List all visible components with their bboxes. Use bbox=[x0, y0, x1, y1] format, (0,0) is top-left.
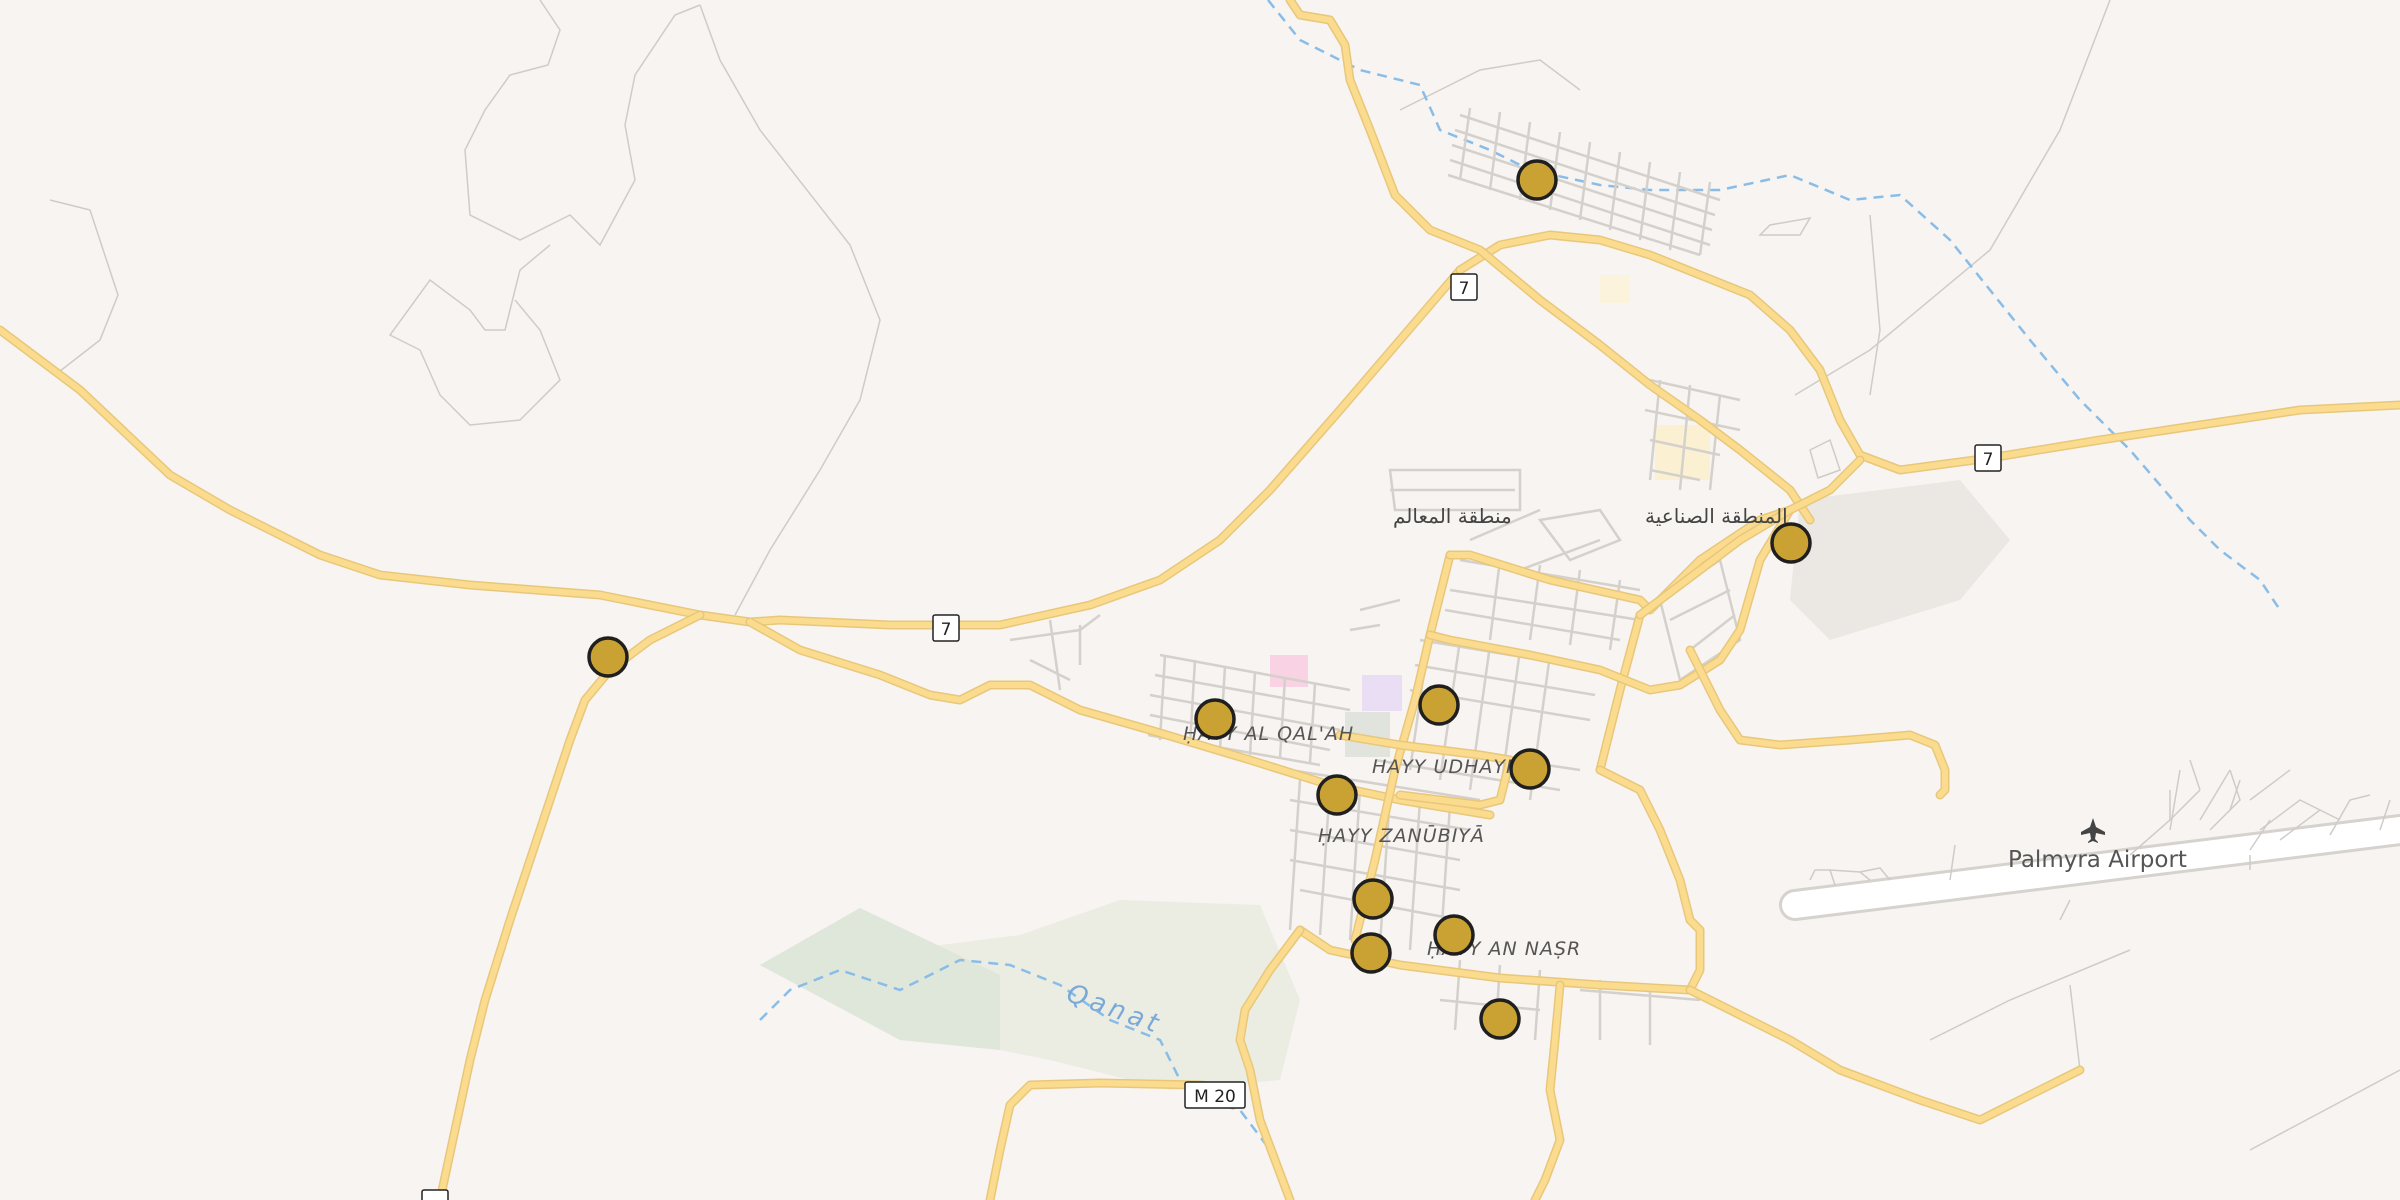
map-marker[interactable] bbox=[1770, 522, 1812, 564]
airport-runway bbox=[1779, 759, 2400, 921]
map-marker[interactable] bbox=[1352, 878, 1394, 920]
map-marker[interactable] bbox=[1479, 998, 1521, 1040]
svg-text:7: 7 bbox=[1983, 450, 1994, 470]
label-hayy-zanubiya: ḤAYY ZANŪBIYĀ bbox=[1318, 823, 1485, 847]
shield-route-7-north-a: 7 bbox=[1450, 273, 1478, 301]
map-marker[interactable] bbox=[1509, 748, 1551, 790]
shield-route-7-east: 7 bbox=[1974, 444, 2002, 472]
airport-area bbox=[1790, 480, 2010, 640]
north-grid bbox=[1447, 107, 1721, 257]
route-7-west bbox=[0, 265, 1465, 630]
yellow-block-north bbox=[1600, 275, 1630, 303]
map-marker[interactable] bbox=[1316, 774, 1358, 816]
shield-route-7-west: 7 bbox=[932, 614, 960, 642]
label-monuments-area: منطقة المعالم bbox=[1393, 504, 1512, 528]
airport-icon[interactable] bbox=[2081, 818, 2105, 843]
map-marker[interactable] bbox=[1433, 914, 1475, 956]
map-marker[interactable] bbox=[1516, 159, 1558, 201]
farm-area bbox=[760, 908, 1000, 1050]
shield-route-7-south bbox=[421, 1189, 449, 1200]
label-industrial-area: المنطقة الصناعية bbox=[1645, 504, 1788, 528]
purple-block bbox=[1362, 675, 1402, 711]
map-marker[interactable] bbox=[587, 636, 629, 678]
svg-text:7: 7 bbox=[941, 620, 952, 640]
west-grid bbox=[1009, 614, 1101, 691]
svg-text:7: 7 bbox=[1459, 279, 1470, 299]
shield-route-m20: M 20 bbox=[1184, 1081, 1246, 1109]
svg-text:M 20: M 20 bbox=[1194, 1087, 1236, 1107]
qalah-grid bbox=[1147, 653, 1351, 767]
map-marker[interactable] bbox=[1418, 684, 1460, 726]
route-7-north bbox=[1455, 230, 2400, 475]
label-airport: Palmyra Airport bbox=[2008, 847, 2187, 873]
map-canvas[interactable]: ḤAYY AL QAL'AH HAYY UDHAYNAH ḤAYY ZANŪBI… bbox=[0, 0, 2400, 1200]
map-marker[interactable] bbox=[1350, 932, 1392, 974]
west-south-road bbox=[435, 610, 705, 1200]
map-marker[interactable] bbox=[1194, 698, 1236, 740]
